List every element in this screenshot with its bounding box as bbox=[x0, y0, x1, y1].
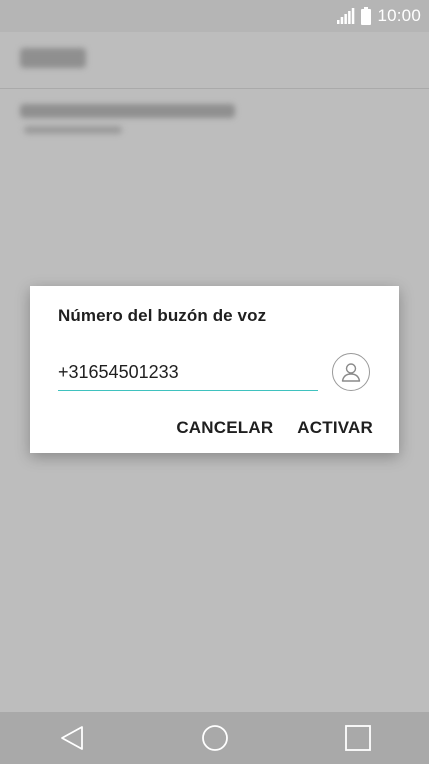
blurred-setting-summary bbox=[24, 126, 122, 134]
pick-contact-button[interactable] bbox=[332, 353, 370, 391]
blurred-title bbox=[20, 48, 86, 68]
battery-icon bbox=[361, 7, 372, 25]
dialog-title: Número del buzón de voz bbox=[58, 306, 267, 325]
screen: 10:00 Número del buzón de voz CANCELAR A… bbox=[0, 0, 429, 764]
background-header bbox=[0, 32, 429, 89]
status-bar: 10:00 bbox=[0, 0, 429, 32]
voicemail-number-dialog: Número del buzón de voz CANCELAR ACTIVAR bbox=[30, 286, 399, 453]
status-indicators: 10:00 bbox=[337, 6, 421, 26]
navigation-bar bbox=[0, 712, 429, 764]
voicemail-number-input[interactable] bbox=[58, 358, 318, 386]
voicemail-number-field-wrap bbox=[58, 356, 318, 391]
back-button[interactable] bbox=[42, 712, 102, 764]
recents-button[interactable] bbox=[328, 712, 388, 764]
home-circle-icon bbox=[201, 725, 228, 751]
blurred-setting-title bbox=[20, 104, 235, 118]
recents-square-icon bbox=[344, 725, 371, 751]
activate-button[interactable]: ACTIVAR bbox=[297, 418, 373, 438]
back-triangle-icon bbox=[60, 726, 83, 750]
dialog-actions: CANCELAR ACTIVAR bbox=[176, 418, 373, 438]
status-time: 10:00 bbox=[377, 6, 421, 25]
cancel-button[interactable]: CANCELAR bbox=[176, 418, 273, 438]
signal-icon bbox=[337, 8, 355, 24]
contact-person-icon bbox=[341, 363, 361, 382]
home-button[interactable] bbox=[185, 712, 245, 764]
